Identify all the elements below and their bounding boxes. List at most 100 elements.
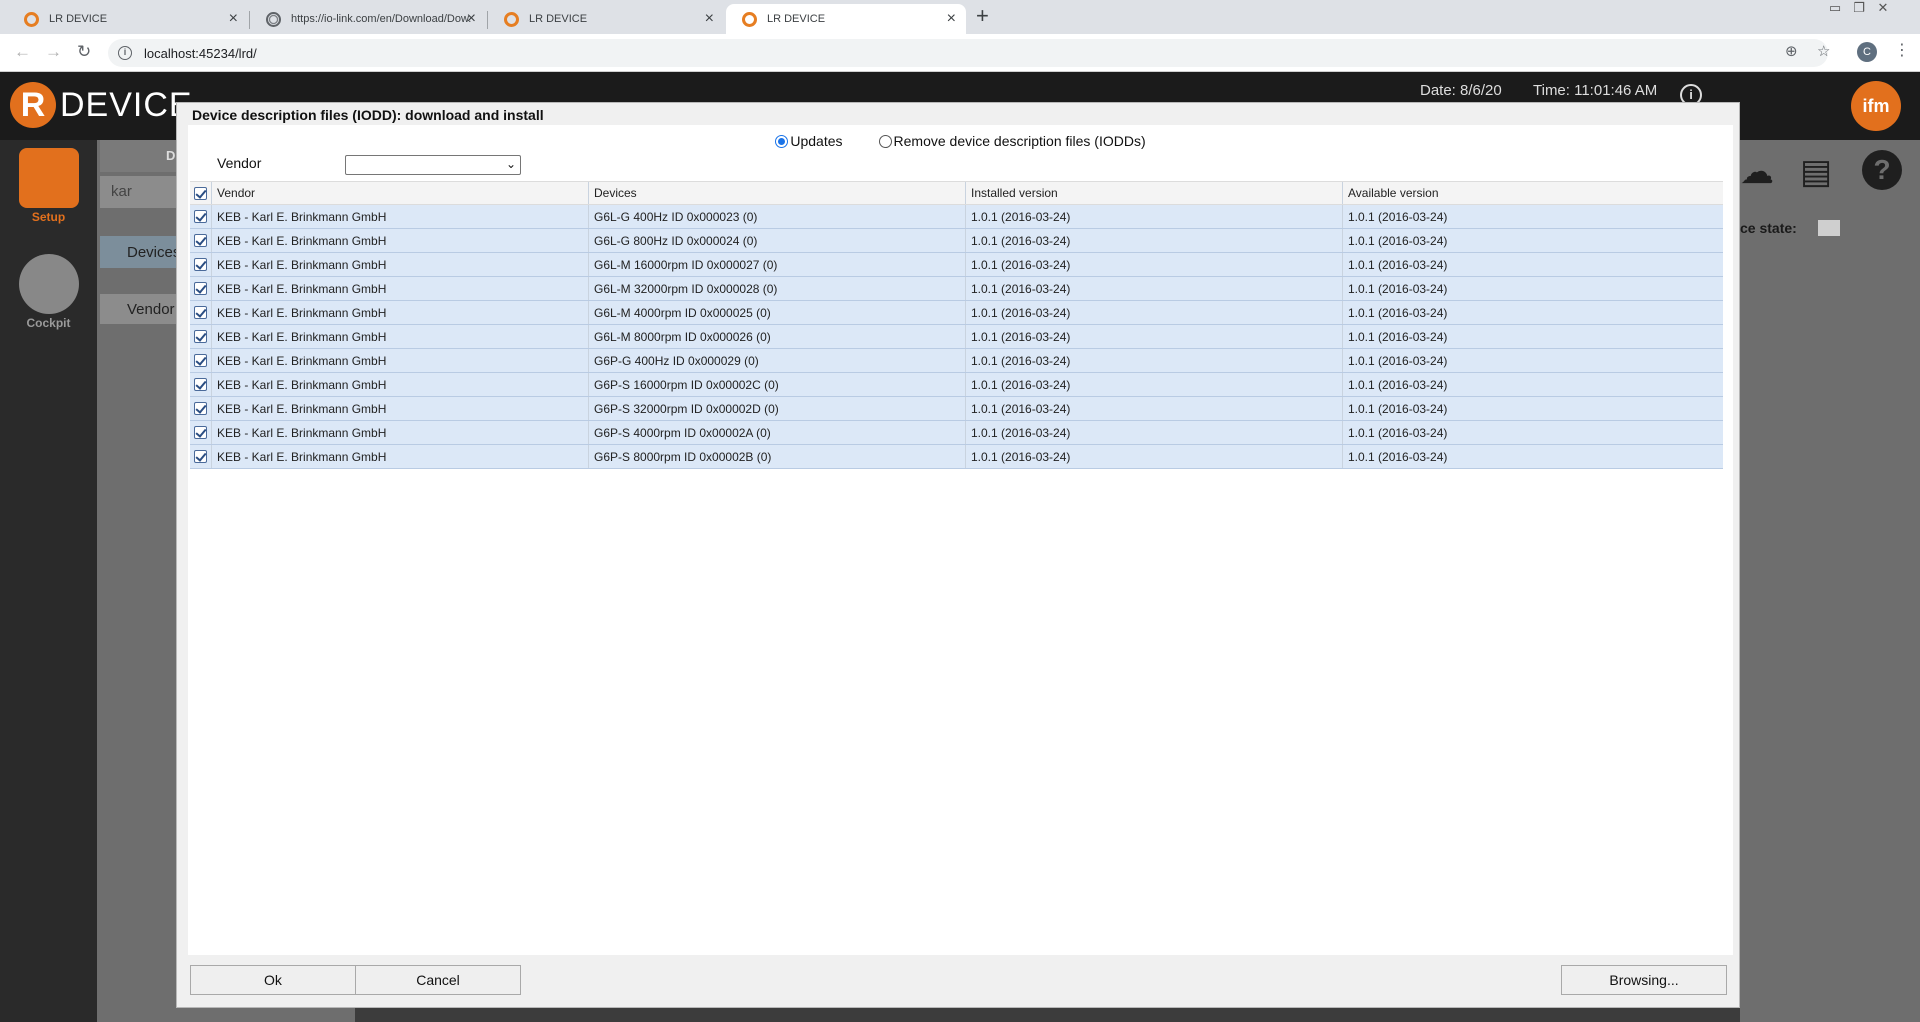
site-info-icon[interactable]: i [118,46,132,60]
rail-label: Setup [31,210,66,224]
zoom-icon[interactable]: ⊕ [1785,42,1798,60]
rail-item-setup[interactable]: Setup [0,148,97,224]
profile-avatar[interactable]: C [1857,42,1877,62]
row-select-cell[interactable] [190,301,212,324]
cell-vendor: KEB - Karl E. Brinkmann GmbH [212,349,589,372]
table-row[interactable]: KEB - Karl E. Brinkmann GmbH G6P-S 8000r… [190,445,1723,469]
vendor-select[interactable]: ⌄ [345,155,521,175]
row-select-cell[interactable] [190,373,212,396]
cell-device: G6P-S 32000rpm ID 0x00002D (0) [589,397,966,420]
radio-updates-label[interactable]: Updates [790,133,842,149]
restore-window-icon[interactable]: ❐ [1848,0,1870,16]
cell-device: G6L-M 8000rpm ID 0x000026 (0) [589,325,966,348]
bg-devices-tab: Devices [100,236,180,268]
column-header-installed-version[interactable]: Installed version [966,182,1343,204]
new-tab-button[interactable]: + [976,3,989,29]
lr-device-favicon-icon [504,11,519,27]
cell-device: G6P-G 400Hz ID 0x000029 (0) [589,349,966,372]
dialog-footer: Ok Cancel Browsing... [177,955,1739,1007]
cell-installed-version: 1.0.1 (2016-03-24) [966,421,1343,444]
cell-available-version: 1.0.1 (2016-03-24) [1348,305,1448,320]
table-row[interactable]: KEB - Karl E. Brinkmann GmbH G6L-M 16000… [190,253,1723,277]
row-checkbox[interactable] [194,330,207,343]
minimize-window-icon[interactable]: ▭ [1824,0,1846,16]
table-row[interactable]: KEB - Karl E. Brinkmann GmbH G6L-M 4000r… [190,301,1723,325]
row-checkbox[interactable] [194,402,207,415]
cell-device: G6P-S 8000rpm ID 0x00002B (0) [589,445,966,468]
dialog-body: Updates Remove device description files … [188,125,1733,955]
url-text[interactable]: localhost:45234/lrd/ [144,46,257,61]
cell-device: G6L-G 800Hz ID 0x000024 (0) [589,229,966,252]
row-select-cell[interactable] [190,229,212,252]
table-row[interactable]: KEB - Karl E. Brinkmann GmbH G6P-S 4000r… [190,421,1723,445]
column-header-devices[interactable]: Devices [589,182,966,204]
select-all-cell[interactable] [190,182,212,204]
row-select-cell[interactable] [190,325,212,348]
radio-updates[interactable]: Updates [775,133,843,149]
row-checkbox[interactable] [194,282,207,295]
column-header-available-version[interactable]: Available version [1343,182,1721,204]
radio-updates-control[interactable] [775,134,789,148]
row-select-cell[interactable] [190,397,212,420]
column-header-vendor[interactable]: Vendor [212,182,589,204]
ok-button[interactable]: Ok [190,965,356,995]
row-checkbox[interactable] [194,450,207,463]
table-row[interactable]: KEB - Karl E. Brinkmann GmbH G6P-S 32000… [190,397,1723,421]
browser-tab-1[interactable]: LR DEVICE × [8,4,248,34]
row-select-cell[interactable] [190,349,212,372]
cancel-button[interactable]: Cancel [355,965,521,995]
browser-menu-icon[interactable]: ⋮ [1894,40,1910,60]
table-row[interactable]: KEB - Karl E. Brinkmann GmbH G6L-G 400Hz… [190,205,1723,229]
header-time: Time: 11:01:46 AM [1533,82,1658,99]
row-select-cell[interactable] [190,445,212,468]
close-window-icon[interactable]: ✕ [1872,0,1894,16]
radio-remove-iodds[interactable]: Remove device description files (IODDs) [878,133,1146,149]
row-select-cell[interactable] [190,421,212,444]
close-icon[interactable]: × [467,11,476,27]
printer-icon: ▤ [1800,153,1833,191]
bookmark-star-icon[interactable]: ☆ [1817,42,1830,60]
reload-icon[interactable]: ↻ [77,42,91,62]
browser-tab-3[interactable]: LR DEVICE × [488,4,724,34]
row-select-cell[interactable] [190,205,212,228]
close-icon[interactable]: × [947,11,956,27]
select-all-checkbox[interactable] [194,186,207,200]
forward-arrow-icon[interactable]: → [45,42,62,62]
cell-installed-version: 1.0.1 (2016-03-24) [966,445,1343,468]
table-row[interactable]: KEB - Karl E. Brinkmann GmbH G6P-S 16000… [190,373,1723,397]
cell-device: G6L-M 32000rpm ID 0x000028 (0) [589,277,966,300]
cell-available-version: 1.0.1 (2016-03-24) [1348,449,1448,464]
close-icon[interactable]: × [705,11,714,27]
back-arrow-icon[interactable]: ← [14,42,31,62]
bg-search-text: kar [111,183,132,200]
cell-vendor: KEB - Karl E. Brinkmann GmbH [212,421,589,444]
cell-available-version: 1.0.1 (2016-03-24) [1348,329,1448,344]
row-checkbox[interactable] [194,306,207,319]
tab-title: LR DEVICE [49,13,108,25]
browser-tab-4-active[interactable]: LR DEVICE × [726,4,966,34]
close-icon[interactable]: × [229,11,238,27]
table-row[interactable]: KEB - Karl E. Brinkmann GmbH G6L-M 32000… [190,277,1723,301]
row-checkbox[interactable] [194,258,207,271]
row-checkbox[interactable] [194,354,207,367]
cell-vendor: KEB - Karl E. Brinkmann GmbH [212,301,589,324]
row-select-cell[interactable] [190,253,212,276]
browsing-button[interactable]: Browsing... [1561,965,1727,995]
ifm-logo: ifm [1851,81,1901,131]
row-checkbox[interactable] [194,234,207,247]
cell-available-version: 1.0.1 (2016-03-24) [1348,377,1448,392]
device-state-label: ce state: [1740,220,1797,236]
rail-item-cockpit[interactable]: Cockpit [0,254,97,330]
row-checkbox[interactable] [194,426,207,439]
radio-remove-label[interactable]: Remove device description files (IODDs) [894,133,1146,149]
row-checkbox[interactable] [194,378,207,391]
address-bar[interactable]: i localhost:45234/lrd/ [108,39,1828,67]
row-select-cell[interactable] [190,277,212,300]
row-checkbox[interactable] [194,210,207,223]
radio-remove-control[interactable] [878,134,892,148]
browser-tab-2[interactable]: https://io-link.com/en/Download/Dow... × [250,4,486,34]
table-row[interactable]: KEB - Karl E. Brinkmann GmbH G6L-M 8000r… [190,325,1723,349]
table-row[interactable]: KEB - Karl E. Brinkmann GmbH G6P-G 400Hz… [190,349,1723,373]
vendor-filter-label: Vendor [217,155,262,171]
table-row[interactable]: KEB - Karl E. Brinkmann GmbH G6L-G 800Hz… [190,229,1723,253]
